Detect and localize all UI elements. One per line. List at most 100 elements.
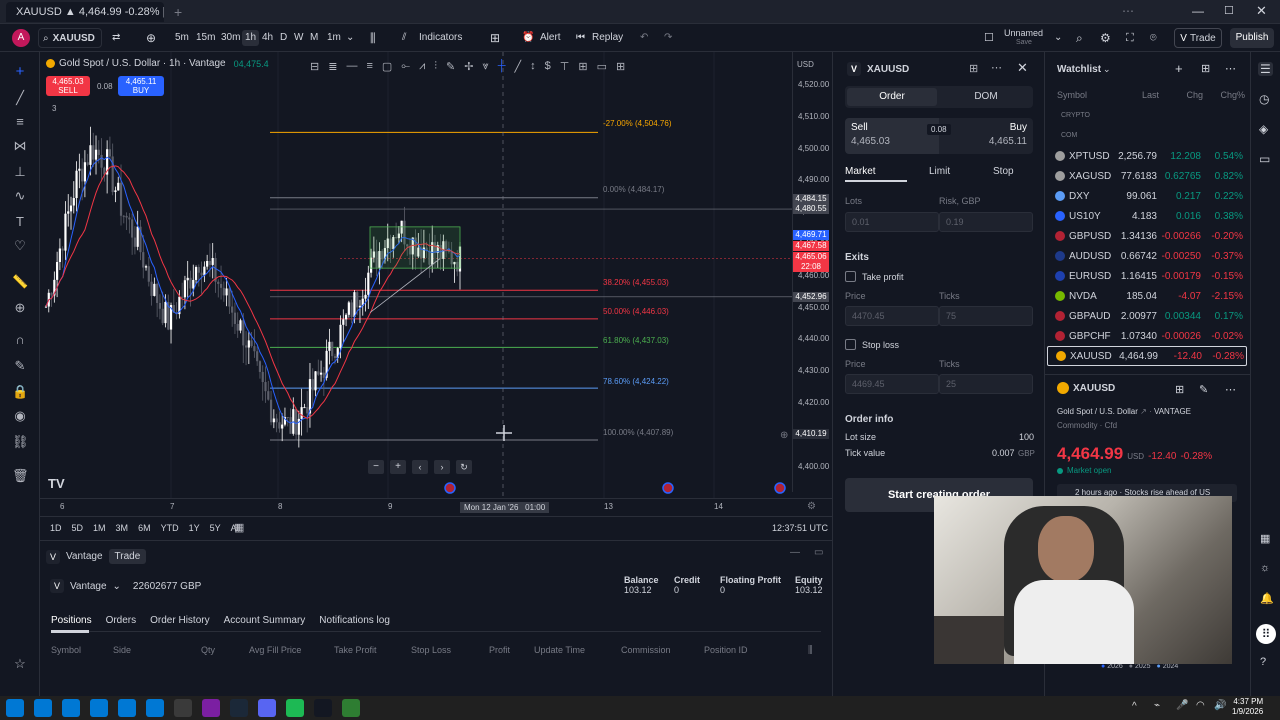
undo-icon[interactable]: ↶ [640, 30, 648, 46]
chart-pane[interactable]: Gold Spot / U.S. Dollar · 1h · Vantage 0… [40, 52, 832, 516]
text-icon[interactable]: T [12, 214, 28, 230]
favorites-icon[interactable]: ☆ [12, 656, 28, 672]
table-column-header[interactable]: Profit [489, 645, 510, 655]
range-button[interactable]: 5Y [210, 523, 221, 533]
watchlist-title[interactable]: Watchlist [1057, 64, 1101, 75]
trade-tab[interactable]: Trade [108, 549, 147, 564]
layout-icon[interactable]: ⊞ [969, 62, 978, 75]
add-alert-icon[interactable]: ⊕ [780, 430, 788, 441]
detail-exchange[interactable]: VANTAGE [1154, 407, 1191, 416]
interval-1mo[interactable]: 1m [327, 30, 341, 46]
tool-icon[interactable]: ⊤ [560, 60, 570, 73]
buy-box[interactable]: Buy 4,465.11 [939, 118, 1033, 154]
more-icon[interactable]: ⋯ [991, 61, 1002, 74]
mic-icon[interactable]: 🎤 [1176, 700, 1188, 711]
watchlist-row[interactable]: XAUUSD 4,464.99 -12.40 -0.28% [1047, 346, 1247, 366]
chevron-down-icon[interactable]: ⌄ [1054, 30, 1062, 46]
browser-tab[interactable]: XAUUSD ▲ 4,464.99 -0.28% | U [6, 2, 164, 22]
notification-icon[interactable]: 🔔 [1260, 592, 1274, 605]
edit-icon[interactable]: ✎ [1199, 383, 1208, 396]
chevron-down-icon[interactable]: ⌄ [346, 30, 354, 46]
watchlist-row[interactable]: US10Y 4.183 0.016 0.38% [1055, 206, 1245, 226]
alert-button[interactable]: Alert [540, 30, 561, 46]
table-column-header[interactable]: Avg Fill Price [249, 645, 301, 655]
alerts-clock-icon[interactable]: ◷ [1259, 92, 1269, 106]
table-column-header[interactable]: Stop Loss [411, 645, 451, 655]
tp-ticks-input[interactable]: 75 [939, 306, 1033, 326]
tool-icon[interactable]: $ [545, 60, 551, 72]
zoom-out-button[interactable]: − [368, 460, 384, 474]
taskbar-app-icon[interactable] [286, 699, 304, 717]
taskbar-app-icon[interactable] [314, 699, 332, 717]
crosshair-icon[interactable]: + [12, 64, 28, 80]
currency-label[interactable]: USD [797, 60, 814, 69]
table-column-header[interactable]: Take Profit [334, 645, 377, 655]
buy-button[interactable]: 4,465.11 BUY [118, 76, 164, 96]
tool-icon[interactable]: ⊞ [616, 60, 625, 73]
templates-icon[interactable]: ⊞ [490, 30, 500, 46]
interval-30m[interactable]: 30m [221, 30, 240, 46]
interval-15m[interactable]: 15m [196, 30, 215, 46]
zoom-icon[interactable]: ⊕ [12, 300, 28, 316]
watchlist-row[interactable]: AUDUSD 0.66742 -0.00250 -0.37% [1055, 246, 1245, 266]
minimize-panel-icon[interactable]: — [790, 547, 800, 558]
replay-button[interactable]: Replay [592, 30, 623, 46]
sell-button[interactable]: 4,465.03 SELL [46, 76, 90, 96]
range-button[interactable]: 6M [138, 523, 151, 533]
watchlist-row[interactable]: DXY 99.061 0.217 0.22% [1055, 186, 1245, 206]
range-button[interactable]: YTD [161, 523, 179, 533]
risk-input[interactable]: 0.19 [939, 212, 1033, 232]
link-icon[interactable]: ⛓ [12, 434, 29, 450]
price-chart[interactable] [40, 52, 832, 516]
watchlist-row[interactable]: GBPUSD 1.34136 -0.00266 -0.20% [1055, 226, 1245, 246]
scroll-right-button[interactable]: › [434, 460, 450, 474]
user-avatar[interactable]: A [12, 29, 30, 47]
dom-tab[interactable]: DOM [941, 88, 1031, 106]
range-button[interactable]: 1M [93, 523, 106, 533]
tool-icon[interactable]: ⟜ [401, 60, 410, 73]
taskbar-app-icon[interactable] [146, 699, 164, 717]
chat-icon[interactable]: ▭ [1259, 152, 1270, 166]
col-last[interactable]: Last [1115, 90, 1159, 100]
maximize-panel-icon[interactable]: ▭ [814, 547, 823, 558]
interval-m[interactable]: M [310, 30, 318, 46]
more-icon[interactable]: ⋯ [1225, 62, 1236, 75]
chevron-down-icon[interactable]: ⌄ [1103, 64, 1111, 75]
table-column-header[interactable]: Commission [621, 645, 671, 655]
trend-line-icon[interactable]: ╱ [12, 90, 28, 106]
tool-icon[interactable]: ≡ [366, 60, 372, 72]
fib-icon[interactable]: ≡ [12, 114, 28, 130]
ideas-icon[interactable]: ☼ [1260, 562, 1270, 574]
watchlist-row[interactable]: GBPAUD 2.00977 0.00344 0.17% [1055, 306, 1245, 326]
watchlist-row[interactable]: EURUSD 1.16415 -0.00179 -0.15% [1055, 266, 1245, 286]
search-icon[interactable]: ⌕ [1076, 30, 1083, 46]
tp-price-input[interactable]: 4470.45 [845, 306, 939, 326]
ruler-icon[interactable]: 📏 [12, 274, 28, 290]
col-chgpct[interactable]: Chg% [1203, 90, 1245, 100]
camera-icon[interactable]: ⌾ [1150, 30, 1157, 46]
layers-icon[interactable]: ◈ [1259, 122, 1268, 136]
tool-icon[interactable]: ▢ [382, 60, 392, 73]
taskbar-app-icon[interactable] [34, 699, 52, 717]
interval-5m[interactable]: 5m [175, 30, 189, 46]
gear-icon[interactable]: ⚙ [1100, 30, 1111, 46]
watchlist-row[interactable]: XPTUSD 2,256.79 12.208 0.54% [1055, 146, 1245, 166]
grid-icon[interactable]: ⊞ [1175, 383, 1184, 396]
taskbar-app-icon[interactable] [6, 699, 24, 717]
interval-1h[interactable]: 1h [242, 30, 260, 46]
interval-4h[interactable]: 4h [262, 30, 273, 46]
heart-icon[interactable]: ♡ [12, 238, 28, 254]
tool-icon[interactable]: ↕ [530, 60, 536, 72]
utc-clock[interactable]: 12:37:51 UTC [772, 523, 828, 533]
sl-ticks-label[interactable]: Ticks [939, 359, 960, 369]
taskbar-app-icon[interactable] [342, 699, 360, 717]
new-tab-icon[interactable]: + [174, 4, 182, 20]
range-button[interactable]: 1Y [189, 523, 200, 533]
broker-tab[interactable]: Vantage [66, 551, 103, 562]
table-column-header[interactable]: Position ID [704, 645, 748, 655]
more-icon[interactable]: ⋯ [1225, 383, 1236, 396]
tool-icon[interactable]: ╱ [515, 60, 522, 73]
range-button[interactable]: 1D [50, 523, 62, 533]
lock-icon[interactable]: 🔒 [12, 384, 28, 400]
tool-icon[interactable]: ⊟ [310, 60, 319, 73]
